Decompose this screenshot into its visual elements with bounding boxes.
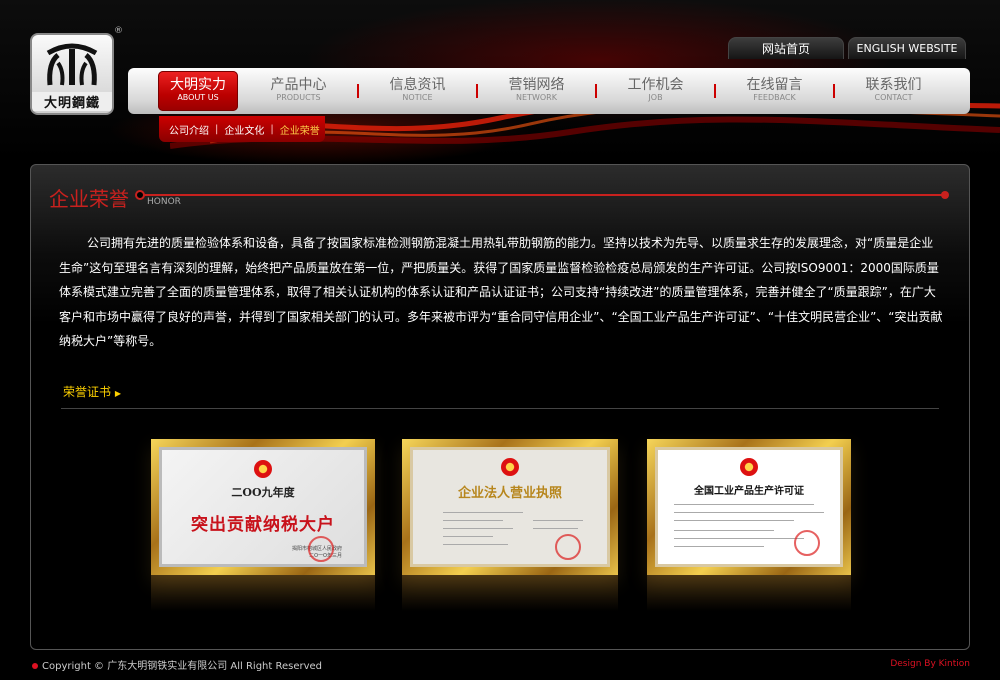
national-emblem-icon: [254, 460, 272, 478]
certificate-reflection: [402, 575, 618, 611]
certificate-reflection: [647, 575, 851, 611]
nav-item-about[interactable]: 大明实力 ABOUT US: [156, 68, 240, 114]
subnav-divider: |: [215, 123, 219, 135]
footer-design-credit[interactable]: Design By Kintion: [890, 659, 970, 669]
nav-label-en: FEEDBACK: [753, 93, 796, 102]
top-links: 网站首页 ENGLISH WEBSITE: [728, 37, 966, 59]
official-seal-icon: [308, 536, 334, 562]
title-ring-icon: [135, 190, 145, 200]
official-seal-icon: [555, 534, 581, 560]
nav-item-network[interactable]: 营销网络 NETWORK: [478, 68, 595, 114]
nav-label-en: ABOUT US: [177, 93, 219, 102]
section-body-text: 公司拥有先进的质量检验体系和设备，具备了按国家标准检测钢筋混凝土用热轧带肋钢筋的…: [59, 236, 943, 348]
logo-emblem-icon: [46, 43, 98, 86]
nav-label-en: CONTACT: [874, 93, 913, 102]
certificate-business-license[interactable]: 企业法人营业执照: [402, 439, 618, 575]
certificate-production-license[interactable]: 全国工业产品生产许可证: [647, 439, 851, 575]
divider: [61, 408, 939, 409]
bullet-dot-icon: [32, 663, 38, 669]
honor-heading-label: 荣誉证书: [63, 385, 112, 399]
certificate-reflection: [151, 575, 375, 611]
nav-label-cn: 工作机会: [627, 77, 684, 93]
nav-label-cn: 联系我们: [865, 77, 922, 93]
certificate-title: 企业法人营业执照: [457, 486, 562, 501]
english-website-link[interactable]: ENGLISH WEBSITE: [848, 37, 966, 59]
nav-item-notice[interactable]: 信息资讯 NOTICE: [359, 68, 476, 114]
nav-item-job[interactable]: 工作机会 JOB: [597, 68, 714, 114]
nav-item-products[interactable]: 产品中心 PRODUCTS: [240, 68, 357, 114]
national-emblem-icon: [501, 458, 519, 476]
title-underline: [141, 194, 947, 196]
subnav-company-intro[interactable]: 公司介绍: [169, 122, 209, 137]
national-emblem-icon: [740, 458, 758, 476]
nav-label-en: NETWORK: [516, 93, 557, 102]
nav-label-cn: 信息资讯: [389, 77, 446, 93]
subnav-divider: |: [270, 123, 274, 135]
nav-item-feedback[interactable]: 在线留言 FEEDBACK: [716, 68, 833, 114]
logo-text: 大明鋼鐵: [32, 92, 112, 111]
nav-label-cn: 大明实力: [170, 77, 226, 93]
certificate-tax-contributor[interactable]: 二OO九年度 突出贡献纳税大户 揭阳市榕城区人民政府 二O一O年三月: [151, 439, 375, 575]
certificate-title: 全国工业产品生产许可证: [694, 486, 804, 497]
subnav-culture[interactable]: 企业文化: [224, 122, 264, 137]
content-panel: 企业荣誉 HONOR 公司拥有先进的质量检验体系和设备，具备了按国家标准检测钢筋…: [30, 164, 970, 650]
honor-certificates-heading[interactable]: 荣誉证书 ▶: [63, 383, 121, 400]
company-logo[interactable]: 大明鋼鐵: [30, 33, 114, 115]
nav-label-en: PRODUCTS: [276, 93, 321, 102]
title-dot-icon: [941, 191, 949, 199]
subnav-honor[interactable]: 企业荣誉: [280, 122, 320, 137]
home-link[interactable]: 网站首页: [728, 37, 844, 59]
footer-copyright: Copyright © 广东大明钢铁实业有限公司 All Right Reser…: [32, 657, 322, 672]
nav-item-contact[interactable]: 联系我们 CONTACT: [835, 68, 952, 114]
certificate-year: 二OO九年度: [231, 486, 295, 499]
arrow-right-icon: ▶: [114, 389, 121, 398]
section-subtitle: HONOR: [147, 197, 181, 207]
section-title: 企业荣誉: [49, 187, 129, 211]
nav-label-cn: 在线留言: [746, 77, 803, 93]
main-nav: 大明实力 ABOUT US 产品中心 PRODUCTS 信息资讯 NOTICE …: [128, 68, 970, 114]
nav-label-cn: 产品中心: [270, 77, 327, 93]
nav-label-cn: 营销网络: [508, 77, 565, 93]
certificate-title: 突出贡献纳税大户: [191, 515, 335, 535]
sub-nav: 公司介绍 | 企业文化 | 企业荣誉: [159, 116, 325, 142]
copyright-text: Copyright © 广东大明钢铁实业有限公司 All Right Reser…: [42, 661, 323, 672]
nav-label-en: NOTICE: [402, 93, 433, 102]
nav-label-en: JOB: [648, 93, 663, 102]
official-seal-icon: [794, 530, 820, 556]
registered-mark: ®: [114, 26, 123, 36]
